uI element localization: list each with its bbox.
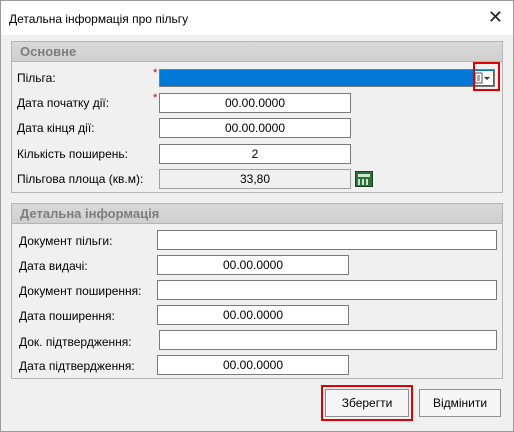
issue-date-label: Дата видачі: (19, 259, 88, 273)
date-end-label: Дата кінця дії: (17, 121, 95, 135)
issue-date-field[interactable]: 00.00.0000 (157, 255, 349, 275)
doc-pilga-label: Документ пільги: (19, 234, 113, 248)
details-group-title: Детальна інформація (20, 206, 160, 221)
required-marker: * (153, 92, 158, 104)
required-marker: * (153, 67, 158, 79)
date-end-field[interactable]: 00.00.0000 (159, 118, 351, 138)
dropdown-highlight (473, 62, 500, 91)
confirm-date-label: Дата підтвердження: (19, 359, 135, 373)
title-bar: Детальна інформація про пільгу ✕ (1, 1, 513, 35)
calculator-icon[interactable] (355, 171, 373, 187)
area-label: Пільгова площа (кв.м): (17, 172, 144, 186)
confirm-date-field[interactable]: 00.00.0000 (157, 355, 349, 375)
doc-confirm-label: Док. підтвердження: (19, 335, 132, 349)
spread-date-field[interactable]: 00.00.0000 (157, 305, 349, 325)
area-field: 33,80 (159, 169, 351, 189)
save-highlight (321, 385, 413, 421)
cancel-button[interactable]: Відмінити (419, 389, 501, 417)
window-title: Детальна інформація про пільгу (9, 12, 189, 26)
dialog-window: Детальна інформація про пільгу ✕ Основне… (0, 0, 514, 432)
pilga-label: Пільга: (17, 71, 56, 85)
doc-pilga-field[interactable] (157, 230, 497, 250)
doc-spread-field[interactable] (157, 280, 497, 300)
main-group-title: Основне (20, 44, 77, 59)
date-start-label: Дата початку дії: (17, 96, 110, 110)
doc-confirm-field[interactable] (159, 330, 497, 350)
main-group-header: Основне (12, 42, 502, 62)
spread-date-label: Дата поширення: (19, 309, 115, 323)
close-icon[interactable]: ✕ (488, 7, 503, 27)
details-group-header: Детальна інформація (12, 204, 502, 224)
count-label: Кількість поширень: (17, 147, 128, 161)
pilga-select[interactable] (159, 69, 495, 87)
count-field[interactable]: 2 (159, 144, 351, 164)
date-start-field[interactable]: 00.00.0000 (159, 93, 351, 113)
doc-spread-label: Документ поширення: (19, 284, 142, 298)
